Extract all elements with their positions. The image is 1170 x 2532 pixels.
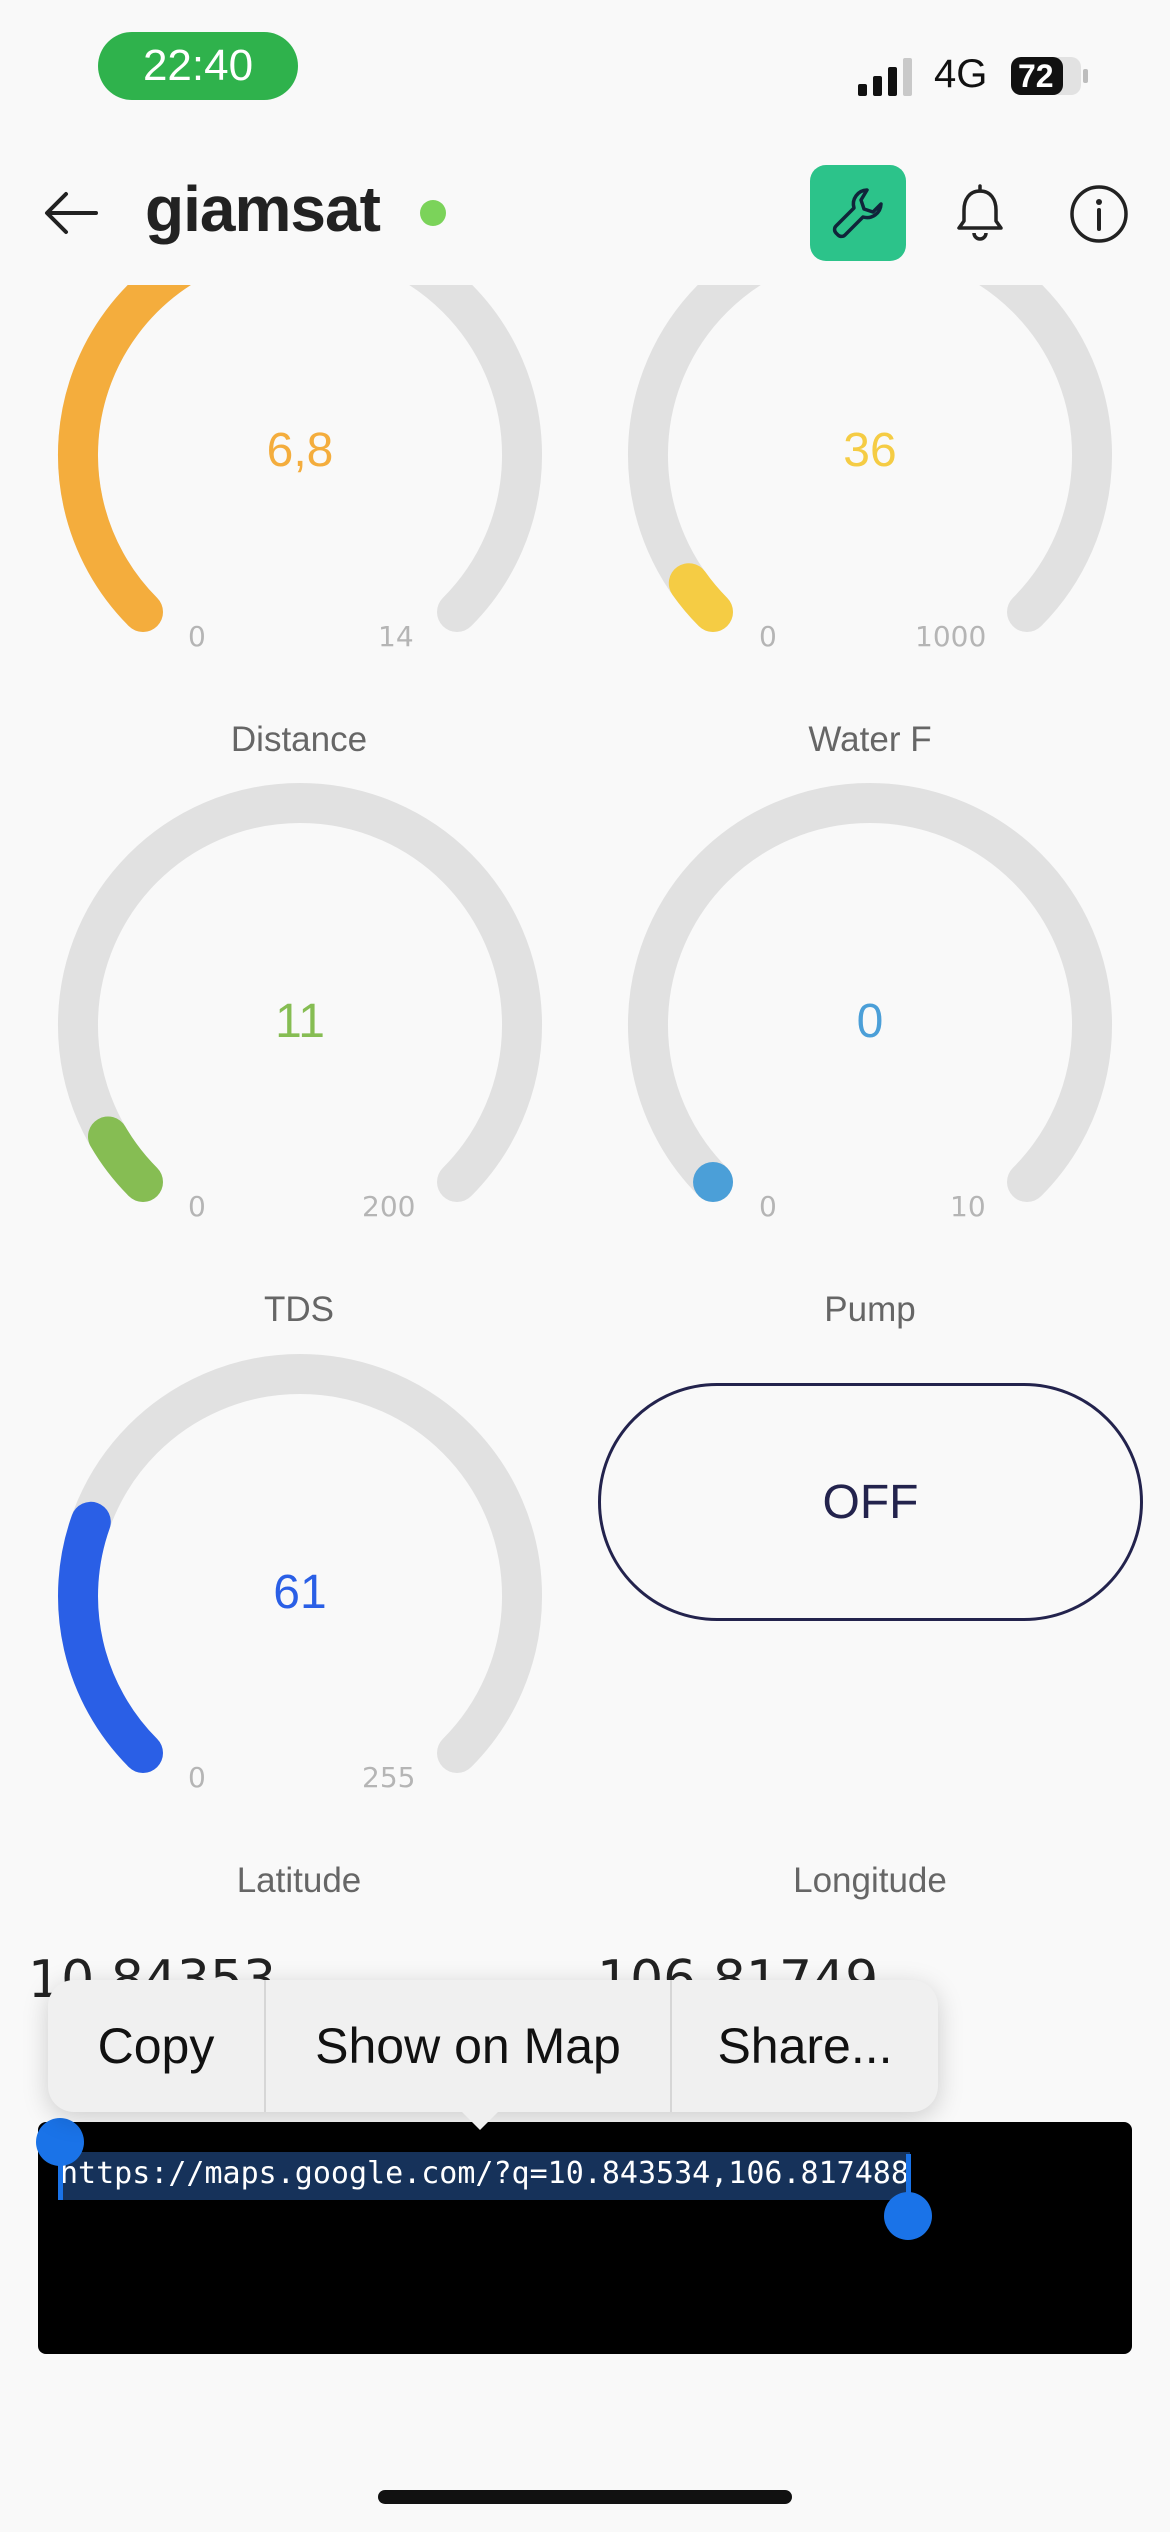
text-context-menu: Copy Show on Map Share... xyxy=(48,1980,938,2112)
gauge-1-value: 6,8 xyxy=(266,424,334,477)
device-title: giamsat xyxy=(145,173,381,245)
gauge-2-fill xyxy=(668,563,733,632)
status-time: 22:40 xyxy=(98,32,298,100)
gauge-3-label: Distance xyxy=(230,720,368,759)
info-icon[interactable] xyxy=(1068,183,1130,245)
network-type: 4G xyxy=(934,52,988,96)
selection-start-handle[interactable] xyxy=(36,2118,84,2166)
gauge-4-value: 0 xyxy=(856,995,884,1048)
cellular-signal-icon xyxy=(858,58,912,96)
gauge-4-min: 0 xyxy=(759,1190,777,1223)
copy-menu-item[interactable]: Copy xyxy=(48,1980,264,2112)
bell-icon[interactable] xyxy=(950,183,1010,243)
gauge-2-max: 1000 xyxy=(915,620,987,653)
gauge-5-max: 255 xyxy=(362,1761,416,1794)
selection-end-handle[interactable] xyxy=(884,2192,932,2240)
longitude-label: Longitude xyxy=(793,1861,947,1900)
gauge-3-track xyxy=(58,783,542,1202)
gauge-5-label: TDS xyxy=(264,1290,334,1329)
gauge-5-value: 61 xyxy=(273,1566,327,1619)
latitude-label: Latitude xyxy=(236,1861,362,1900)
gauge-4-track xyxy=(628,783,1112,1202)
gauge-1-min: 0 xyxy=(188,620,206,653)
wrench-icon xyxy=(832,188,883,239)
gauge-5-track xyxy=(58,1354,542,1773)
battery-level: 72 xyxy=(1018,58,1054,94)
gauge-2-min: 0 xyxy=(759,620,777,653)
gauge-4-label: Water F xyxy=(808,720,932,759)
pump-label: Pump xyxy=(824,1290,916,1329)
gauge-1-max: 14 xyxy=(378,620,414,653)
share-menu-item[interactable]: Share... xyxy=(672,1980,938,2112)
gauge-3-value: 11 xyxy=(275,995,325,1048)
gauge-3-max: 200 xyxy=(362,1190,416,1223)
show-on-map-menu-item[interactable]: Show on Map xyxy=(266,1980,670,2112)
home-indicator xyxy=(378,2490,792,2504)
back-arrow-icon[interactable] xyxy=(40,182,102,244)
menu-pointer xyxy=(458,2108,502,2130)
gauge-5-fill xyxy=(58,1501,163,1773)
gauge-4-max: 10 xyxy=(950,1190,986,1223)
pump-toggle-button[interactable]: OFF xyxy=(598,1383,1143,1621)
gauge-3-min: 0 xyxy=(188,1190,206,1223)
battery-icon: 72 xyxy=(1010,56,1090,96)
gauge-5-min: 0 xyxy=(188,1761,206,1794)
gauge-2-value: 36 xyxy=(843,424,897,477)
terminal-url-text[interactable]: https://maps.google.com/?q=10.843534,106… xyxy=(60,2156,909,2191)
gauge-4-fill xyxy=(693,1161,734,1202)
settings-button[interactable] xyxy=(810,165,906,261)
gauge-3-fill xyxy=(88,1116,163,1202)
online-status-dot xyxy=(420,200,446,226)
